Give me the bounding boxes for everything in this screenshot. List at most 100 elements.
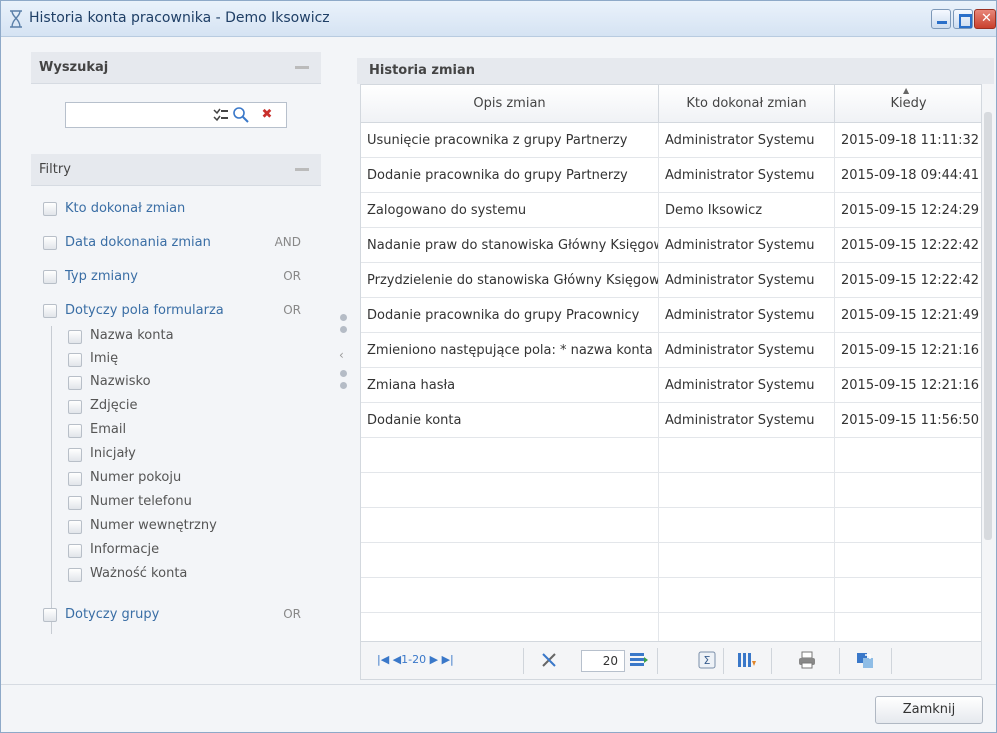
form-field-label: Inicjały — [90, 446, 136, 461]
filter-operator: OR — [283, 607, 301, 621]
filter-data-dokonania[interactable]: Data dokonania zmian AND — [43, 234, 313, 254]
cell-kto: Demo Iksowicz — [659, 193, 835, 228]
cell-kiedy: 2015-09-15 11:56:50 — [835, 403, 981, 438]
checkbox[interactable] — [43, 270, 57, 284]
filter-label[interactable]: Typ zmiany — [65, 269, 138, 284]
checkbox[interactable] — [43, 304, 57, 318]
form-field-item[interactable]: Numer telefonu — [68, 494, 268, 514]
checkbox[interactable] — [68, 353, 82, 367]
clear-search-icon[interactable]: ✖ — [258, 106, 276, 124]
table-row[interactable]: Przydzielenie do stanowiska Główny Księg… — [361, 263, 981, 298]
vertical-scrollbar[interactable] — [983, 84, 993, 642]
filter-dotyczy-pola[interactable]: Dotyczy pola formularza OR — [43, 302, 313, 322]
checkbox[interactable] — [68, 496, 82, 510]
advanced-search-icon[interactable] — [212, 106, 230, 124]
cell-kto: Administrator Systemu — [659, 333, 835, 368]
collapse-search-button[interactable] — [295, 66, 309, 69]
filter-kto-dokonal[interactable]: Kto dokonał zmian — [43, 200, 313, 220]
table-row[interactable]: Dodanie konta Administrator Systemu 2015… — [361, 403, 981, 438]
empty-row — [361, 578, 981, 613]
scrollbar-thumb[interactable] — [984, 112, 992, 540]
table-row[interactable]: Dodanie pracownika do grupy Partnerzy Ad… — [361, 158, 981, 193]
cell-opis: Usunięcie pracownika z grupy Partnerzy — [361, 123, 659, 158]
filter-label[interactable]: Data dokonania zmian — [65, 235, 211, 250]
checkbox[interactable] — [68, 424, 82, 438]
refresh-icon[interactable] — [855, 651, 875, 671]
checkbox[interactable] — [68, 376, 82, 390]
column-header-kto[interactable]: Kto dokonał zmian — [659, 85, 835, 123]
table-row[interactable]: Zalogowano do systemu Demo Iksowicz 2015… — [361, 193, 981, 228]
svg-text:Σ: Σ — [704, 654, 711, 667]
form-field-item[interactable]: Ważność konta — [68, 566, 268, 586]
column-header-kiedy-label: Kiedy — [890, 96, 927, 111]
table-row[interactable]: Zmiana hasła Administrator Systemu 2015-… — [361, 368, 981, 403]
checkbox[interactable] — [68, 448, 82, 462]
form-field-item[interactable]: Numer pokoju — [68, 470, 268, 490]
filter-label[interactable]: Dotyczy pola formularza — [65, 303, 224, 318]
cell-kiedy: 2015-09-18 11:11:32 — [835, 123, 981, 158]
table-row[interactable]: Zmieniono następujące pola: * nazwa kont… — [361, 333, 981, 368]
form-field-item[interactable]: Informacje — [68, 542, 268, 562]
form-field-item[interactable]: Numer wewnętrzny — [68, 518, 268, 538]
table-row[interactable]: Nadanie praw do stanowiska Główny Księgo… — [361, 228, 981, 263]
collapse-filters-button[interactable] — [295, 168, 309, 171]
filter-label[interactable]: Kto dokonał zmian — [65, 201, 185, 216]
close-button[interactable]: Zamknij — [875, 696, 983, 724]
tools-icon[interactable] — [539, 651, 559, 671]
checkbox[interactable] — [43, 236, 57, 250]
empty-row — [361, 508, 981, 543]
form-field-item[interactable]: Imię — [68, 351, 268, 371]
filter-label[interactable]: Dotyczy grupy — [65, 607, 159, 622]
history-panel-header: Historia zmian — [357, 58, 994, 84]
checkbox[interactable] — [43, 202, 57, 216]
splitter-dot — [340, 370, 347, 377]
form-field-label: Nazwa konta — [90, 328, 174, 343]
cell-kiedy: 2015-09-15 12:21:49 — [835, 298, 981, 333]
print-icon[interactable] — [797, 651, 817, 671]
form-field-item[interactable]: Nazwisko — [68, 374, 268, 394]
last-page-icon[interactable]: ▶| — [442, 653, 454, 666]
splitter-dot — [340, 326, 347, 333]
page-size-input[interactable]: 20 — [581, 650, 625, 672]
pager-nav[interactable]: |◀ ◀1-20 ▶ ▶| — [377, 653, 454, 666]
filters-panel-header: Filtry — [31, 154, 321, 186]
table-row[interactable]: Usunięcie pracownika z grupy Partnerzy A… — [361, 123, 981, 158]
apply-page-size-icon[interactable] — [629, 651, 649, 671]
checkbox[interactable] — [43, 608, 57, 622]
maximize-button[interactable] — [953, 9, 973, 29]
columns-icon[interactable] — [737, 651, 757, 671]
search-panel-header: Wyszukaj — [31, 52, 321, 84]
prev-page-icon[interactable]: ◀ — [393, 653, 401, 666]
checkbox[interactable] — [68, 330, 82, 344]
filter-dotyczy-grupy[interactable]: Dotyczy grupy OR — [43, 606, 313, 626]
search-icon[interactable] — [232, 106, 250, 124]
empty-row — [361, 473, 981, 508]
checkbox[interactable] — [68, 568, 82, 582]
collapse-left-icon[interactable]: ‹ — [339, 348, 344, 362]
sum-icon[interactable]: Σ — [697, 651, 717, 671]
minimize-button[interactable] — [931, 9, 951, 29]
form-field-label: Numer wewnętrzny — [90, 518, 217, 533]
title-bar[interactable]: Historia konta pracownika - Demo Iksowic… — [1, 1, 996, 37]
form-field-item[interactable]: Zdjęcie — [68, 398, 268, 418]
separator — [891, 648, 892, 674]
form-field-item[interactable]: Inicjały — [68, 446, 268, 466]
form-field-item[interactable]: Email — [68, 422, 268, 442]
checkbox[interactable] — [68, 520, 82, 534]
filter-typ-zmiany[interactable]: Typ zmiany OR — [43, 268, 313, 288]
checkbox[interactable] — [68, 400, 82, 414]
close-window-button[interactable]: ✕ — [974, 9, 996, 29]
form-field-label: Zdjęcie — [90, 398, 138, 413]
panel-splitter[interactable]: ‹ — [337, 314, 351, 404]
next-page-icon[interactable]: ▶ — [430, 653, 438, 666]
column-header-opis[interactable]: Opis zmian — [361, 85, 659, 123]
form-field-item[interactable]: Nazwa konta — [68, 328, 268, 348]
search-input[interactable] — [68, 105, 210, 125]
first-page-icon[interactable]: |◀ — [377, 653, 389, 666]
checkbox[interactable] — [68, 472, 82, 486]
column-header-kiedy[interactable]: ▲ Kiedy — [835, 85, 981, 123]
checkbox[interactable] — [68, 544, 82, 558]
table-row[interactable]: Dodanie pracownika do grupy Pracownicy A… — [361, 298, 981, 333]
search-box: ✖ — [65, 102, 287, 128]
history-panel: Historia zmian Opis zmian Kto dokonał zm… — [357, 58, 994, 684]
